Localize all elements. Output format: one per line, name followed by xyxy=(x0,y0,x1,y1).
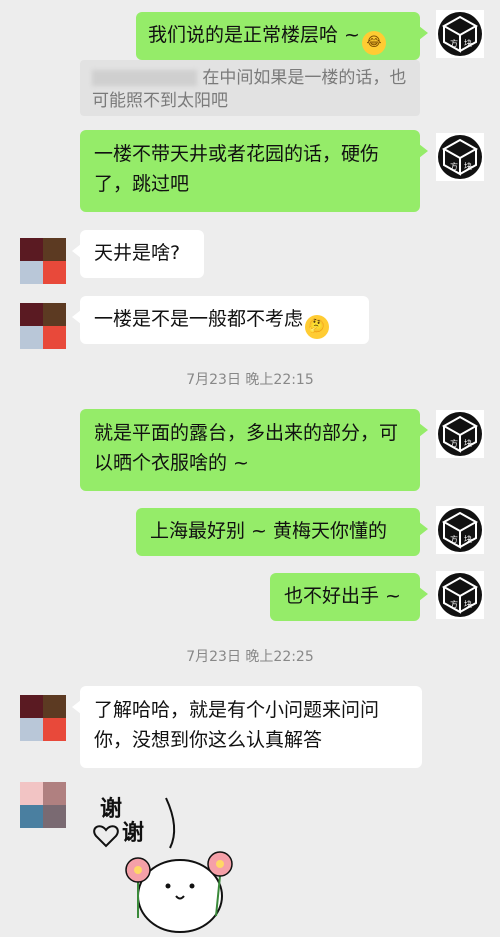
svg-text:块: 块 xyxy=(464,438,472,448)
avatar-self[interactable]: 方 块 xyxy=(436,10,484,58)
quoted-message[interactable]: 在中间如果是一楼的话，也可能照不到太阳吧 xyxy=(80,60,420,116)
sticker-text-1: 谢 xyxy=(100,796,122,822)
message-text: 上海最好别 ~ 黄梅天你懂的 xyxy=(150,520,387,542)
message-bubble-self[interactable]: 就是平面的露台，多出来的部分，可以晒个衣服啥的 ~ xyxy=(80,409,428,491)
avatar-self[interactable]: 方 块 xyxy=(436,133,484,181)
avatar-other[interactable] xyxy=(20,782,66,828)
avatar-text-right: 块 xyxy=(464,38,472,48)
message-bubble-other[interactable]: 了解哈哈，就是有个小问题来问问你，没想到你这么认真解答 xyxy=(72,686,422,768)
svg-text:块: 块 xyxy=(464,161,472,171)
thinking-emoji-icon: 🤔 xyxy=(305,315,330,339)
message-text: 一楼是不是一般都不考虑 xyxy=(94,308,304,330)
message-text: 了解哈哈，就是有个小问题来问问你，没想到你这么认真解答 xyxy=(94,699,380,751)
sticker-text-2: 谢 xyxy=(122,820,144,846)
avatar-text-left: 方 xyxy=(450,38,458,48)
avatar-other[interactable] xyxy=(20,238,66,284)
message-text: 我们说的是正常楼层哈 ~ xyxy=(148,24,360,46)
blurred-name xyxy=(92,70,197,86)
svg-text:方: 方 xyxy=(450,534,458,544)
message-text: 天井是啥? xyxy=(94,242,181,264)
message-bubble-self[interactable]: 也不好出手 ~ xyxy=(270,573,428,621)
timestamp: 7月23日 晚上22:25 xyxy=(186,649,314,665)
message-bubble-self[interactable]: 我们说的是正常楼层哈 ~ 😂 xyxy=(136,12,428,60)
message-bubble-self[interactable]: 上海最好别 ~ 黄梅天你懂的 xyxy=(136,508,428,556)
message-bubble-other[interactable]: 一楼是不是一般都不考虑 🤔 xyxy=(72,296,369,344)
heart-icon xyxy=(93,825,119,848)
message-text: 也不好出手 ~ xyxy=(284,585,401,607)
message-bubble-other[interactable]: 天井是啥? xyxy=(72,230,204,278)
thanks-sticker[interactable]: 谢 谢 xyxy=(80,778,250,933)
svg-text:方: 方 xyxy=(450,438,458,448)
message-text: 一楼不带天井或者花园的话，硬伤了，跳过吧 xyxy=(94,143,380,195)
svg-text:块: 块 xyxy=(464,534,472,544)
avatar-self[interactable]: 方 块 xyxy=(436,506,484,554)
timestamp: 7月23日 晚上22:15 xyxy=(186,372,314,388)
message-text: 就是平面的露台，多出来的部分，可以晒个衣服啥的 ~ xyxy=(94,422,399,474)
avatar-self[interactable]: 方 块 xyxy=(436,410,484,458)
svg-text:块: 块 xyxy=(464,599,472,609)
svg-text:方: 方 xyxy=(450,599,458,609)
svg-text:方: 方 xyxy=(450,161,458,171)
avatar-other[interactable] xyxy=(20,303,66,349)
message-bubble-self[interactable]: 一楼不带天井或者花园的话，硬伤了，跳过吧 xyxy=(80,130,428,212)
laughing-tears-emoji-icon: 😂 xyxy=(361,31,386,55)
avatar-self[interactable]: 方 块 xyxy=(436,571,484,619)
avatar-other[interactable] xyxy=(20,695,66,741)
